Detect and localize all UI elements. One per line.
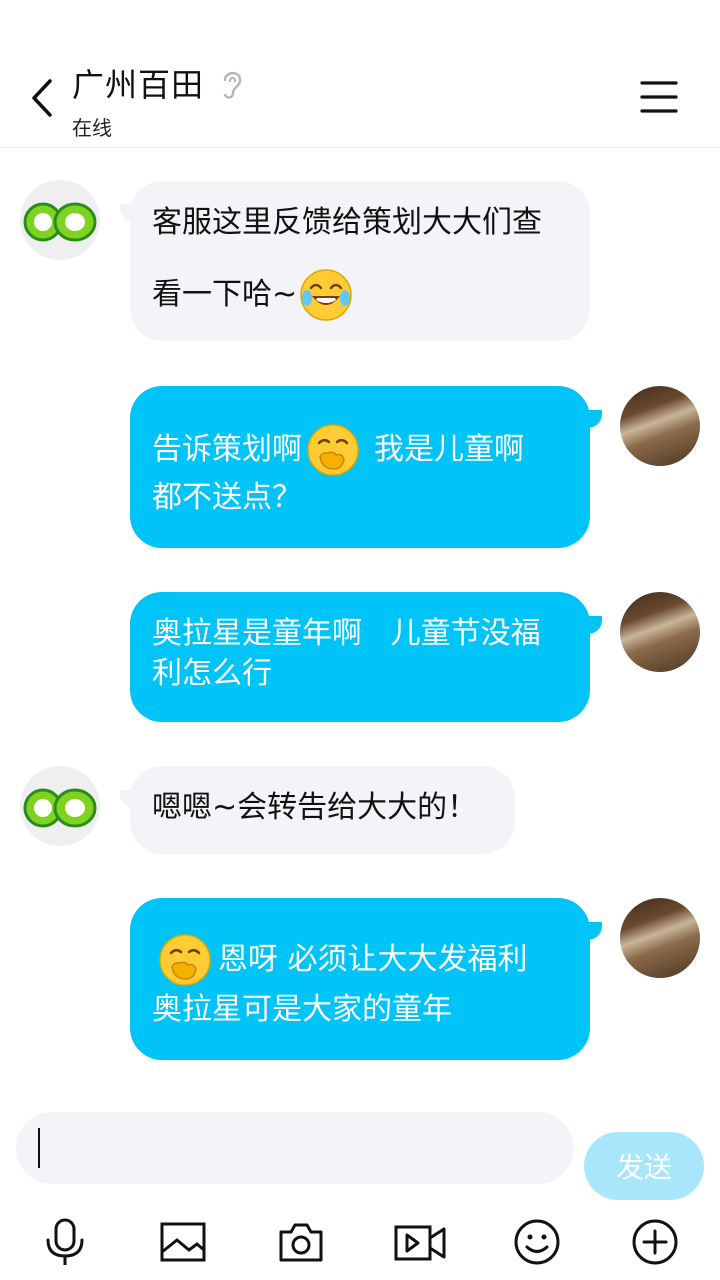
message-text: 奥拉星是童年啊 儿童节没福 [152,616,541,651]
hand-over-mouth-emoji-icon [307,424,359,476]
message-text: 恩呀 必须让大大发福利 [218,942,528,977]
message-text: 奥拉星可是大家的童年 [152,992,452,1027]
message-text: 利怎么行 [152,656,272,691]
menu-icon[interactable] [640,80,678,114]
message-text: 都不送点？ [152,480,302,515]
message-bubble-incoming[interactable]: 客服这里反馈给策划大大们查 看一下哈~ [130,181,590,341]
message-bubble-outgoing[interactable]: 恩呀 必须让大大发福利 奥拉星可是大家的童年 [130,898,590,1060]
message-text: 嗯嗯~会转告给大大的！ [152,790,478,825]
message-list[interactable]: 客服这里反馈给策划大大们查 看一下哈~ 告诉策划啊 我是儿童啊 都不送点？ 奥拉… [0,148,720,1098]
chevron-left-icon [32,79,52,117]
input-toolbar [0,1210,720,1280]
user-avatar[interactable] [620,592,700,672]
text-cursor [38,1128,40,1168]
message-text: 客服这里反馈给策划大大们查 [152,205,542,240]
service-avatar[interactable] [20,766,100,846]
service-logo-icon [23,202,97,242]
microphone-icon[interactable] [41,1218,89,1266]
hand-over-mouth-emoji-icon [159,934,211,986]
online-status: 在线 [72,116,112,140]
back-button[interactable] [22,74,62,122]
send-button[interactable]: 发送 [584,1132,704,1200]
contact-info[interactable]: 广州百田 在线 [72,60,247,141]
message-bubble-incoming[interactable]: 嗯嗯~会转告给大大的！ [130,766,515,854]
message-text: 我是儿童啊 [374,432,524,467]
laughing-tears-emoji-icon [300,269,352,321]
service-avatar[interactable] [20,180,100,260]
camera-icon[interactable] [277,1218,325,1266]
plus-icon[interactable] [631,1218,679,1266]
message-bubble-outgoing[interactable]: 告诉策划啊 我是儿童啊 都不送点？ [130,386,590,548]
video-icon[interactable] [394,1218,446,1266]
message-input[interactable] [16,1112,574,1184]
image-icon[interactable] [159,1218,207,1266]
user-avatar[interactable] [620,386,700,466]
user-avatar[interactable] [620,898,700,978]
ear-icon[interactable] [217,66,247,100]
message-text: 看一下哈~ [152,277,298,312]
emoji-icon[interactable] [513,1218,561,1266]
contact-name: 广州百田 [72,66,205,104]
service-logo-icon [23,788,97,828]
message-bubble-outgoing[interactable]: 奥拉星是童年啊 儿童节没福 利怎么行 [130,592,590,722]
message-text: 告诉策划啊 [152,432,302,467]
chat-header: 广州百田 在线 [0,0,720,148]
